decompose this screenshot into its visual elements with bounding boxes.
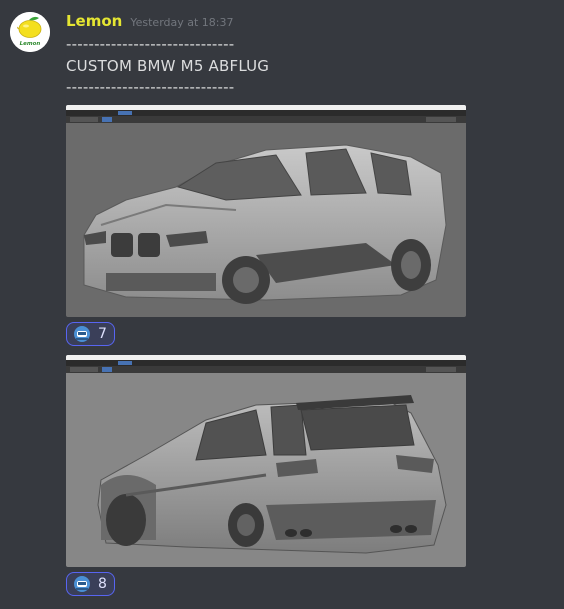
car-rear-screenshot (66, 355, 466, 567)
reaction-count: 8 (98, 576, 107, 592)
message-divider-top: ------------------------------ (66, 35, 235, 53)
reaction-button[interactable]: 7 (66, 322, 115, 346)
car-front-screenshot (66, 105, 466, 317)
image-attachment-rear[interactable] (66, 355, 466, 567)
reaction-count: 7 (98, 326, 107, 342)
helmet-emoji-icon (73, 575, 91, 593)
image-attachment-front[interactable] (66, 105, 466, 317)
message-header: Lemon Yesterday at 18:37 (66, 12, 234, 32)
timestamp: Yesterday at 18:37 (130, 16, 234, 29)
avatar-badge-text: Lemon (20, 41, 41, 47)
lemon-icon: Lemon (10, 12, 50, 52)
message-title: CUSTOM BMW M5 ABFLUG (66, 57, 270, 75)
username[interactable]: Lemon (66, 12, 122, 30)
reaction-button[interactable]: 8 (66, 572, 115, 596)
chat-message: Lemon Lemon Yesterday at 18:37 ---------… (0, 0, 564, 609)
helmet-emoji-icon (73, 325, 91, 343)
avatar[interactable]: Lemon (10, 12, 50, 52)
message-divider-bottom: ------------------------------ (66, 78, 235, 96)
